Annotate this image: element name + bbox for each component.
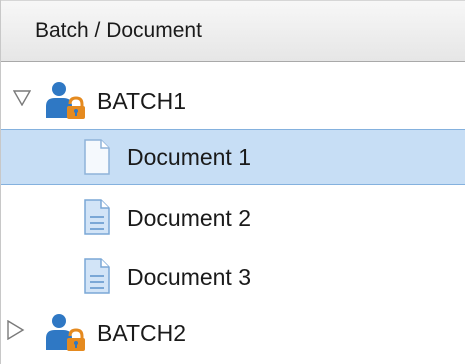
document-icon	[84, 139, 110, 175]
column-header[interactable]: Batch / Document	[1, 0, 465, 62]
tree-row-label: BATCH1	[97, 88, 187, 114]
batch-document-tree-panel: Batch / Document BATCH1 Document 1 Docum…	[0, 0, 465, 364]
batch-user-lock-icon	[46, 82, 85, 119]
tree-row-document-3[interactable]: Document 3	[1, 249, 465, 305]
collapsed-triangle-icon[interactable]	[7, 320, 25, 340]
tree-row-document-2[interactable]: Document 2	[1, 190, 465, 246]
tree-row-label: Document 1	[127, 144, 252, 170]
tree-row-batch1[interactable]: BATCH1	[1, 72, 465, 128]
tree-row-label: Document 3	[127, 264, 252, 290]
expanded-triangle-icon[interactable]	[13, 90, 31, 106]
batch-user-lock-icon	[46, 314, 85, 351]
document-icon	[84, 199, 110, 235]
tree-row-document-1[interactable]: Document 1	[1, 129, 465, 185]
document-icon	[84, 258, 110, 294]
column-header-label: Batch / Document	[35, 19, 202, 42]
tree-row-batch2[interactable]: BATCH2	[1, 306, 465, 362]
tree-row-label: BATCH2	[97, 320, 187, 346]
tree-row-label: Document 2	[127, 205, 252, 231]
